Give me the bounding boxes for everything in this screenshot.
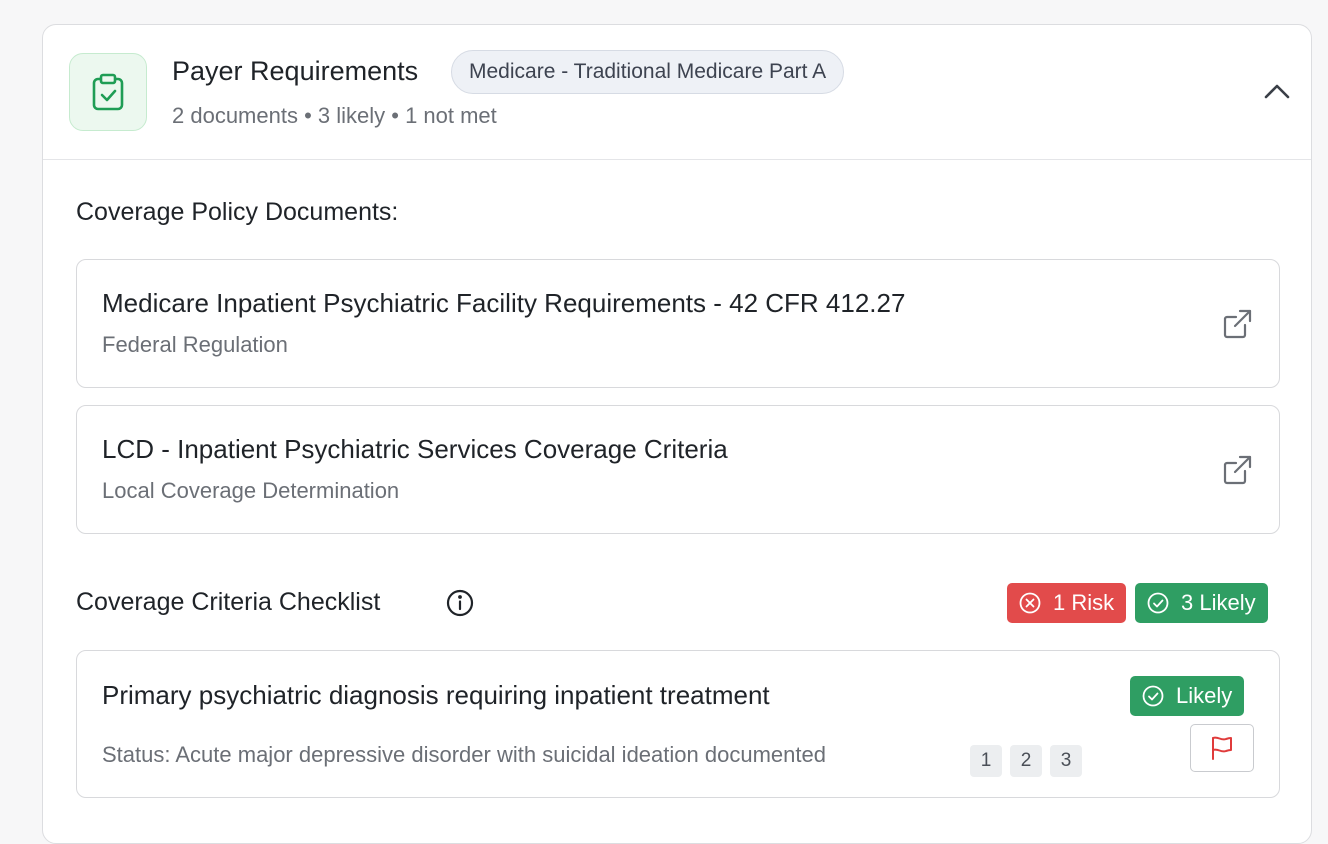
document-title: Medicare Inpatient Psychiatric Facility … <box>102 288 906 318</box>
citation-chip[interactable]: 1 <box>970 745 1002 777</box>
criteria-status-badge: Likely <box>1130 676 1245 716</box>
payer-requirements-card: Payer Requirements Medicare - Traditiona… <box>42 24 1312 844</box>
criteria-title: Primary psychiatric diagnosis requiring … <box>102 680 770 710</box>
flag-button[interactable] <box>1190 724 1254 772</box>
document-title: LCD - Inpatient Psychiatric Services Cov… <box>102 434 728 464</box>
policy-document-card[interactable]: Medicare Inpatient Psychiatric Facility … <box>76 259 1280 388</box>
checklist-heading: Coverage Criteria Checklist <box>76 588 381 616</box>
policy-documents-heading: Coverage Policy Documents: <box>76 198 399 226</box>
check-circle-icon <box>1142 685 1164 707</box>
info-icon[interactable] <box>446 589 474 617</box>
risk-count-label: 1 Risk <box>1053 590 1115 615</box>
criteria-status-label: Likely <box>1176 683 1233 708</box>
flag-icon <box>1212 736 1232 760</box>
citation-chip[interactable]: 3 <box>1050 745 1082 777</box>
check-circle-icon <box>1147 592 1169 614</box>
citation-chip[interactable]: 2 <box>1010 745 1042 777</box>
clipboard-check-icon <box>69 53 147 131</box>
chevron-up-icon[interactable] <box>1261 75 1293 107</box>
risk-count-badge: 1 Risk <box>1007 583 1127 623</box>
payer-badge: Medicare - Traditional Medicare Part A <box>451 50 845 94</box>
section-summary: 2 documents • 3 likely • 1 not met <box>172 103 497 128</box>
document-type: Federal Regulation <box>102 332 288 357</box>
card-header[interactable]: Payer Requirements Medicare - Traditiona… <box>43 25 1311 160</box>
criteria-status: Status: Acute major depressive disorder … <box>102 742 826 767</box>
external-link-icon[interactable] <box>1221 454 1253 486</box>
section-title: Payer Requirements <box>172 56 419 86</box>
x-circle-icon <box>1019 592 1041 614</box>
criteria-item: Primary psychiatric diagnosis requiring … <box>76 650 1280 798</box>
policy-document-card[interactable]: LCD - Inpatient Psychiatric Services Cov… <box>76 405 1280 534</box>
external-link-icon[interactable] <box>1221 308 1253 340</box>
likely-count-badge: 3 Likely <box>1135 583 1268 623</box>
likely-count-label: 3 Likely <box>1181 590 1256 615</box>
document-type: Local Coverage Determination <box>102 478 400 503</box>
